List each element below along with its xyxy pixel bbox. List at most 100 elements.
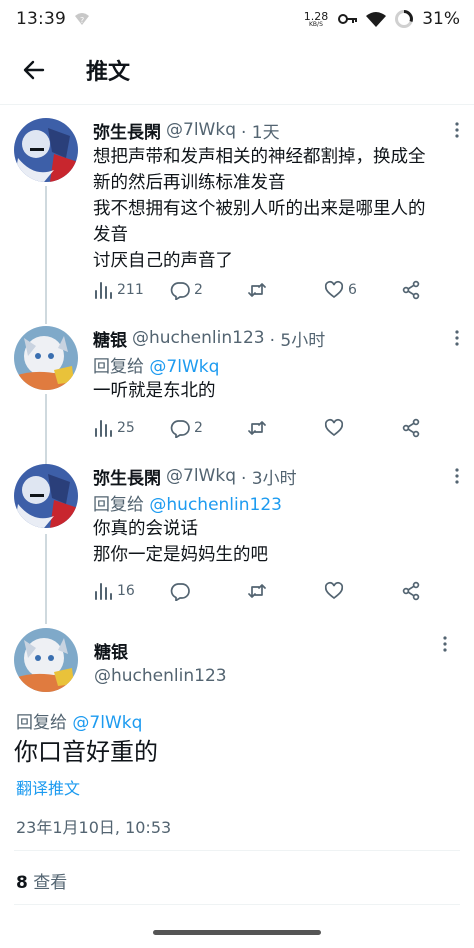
avatar[interactable]: [14, 628, 78, 692]
avatar-image: [14, 464, 78, 528]
views-button[interactable]: 16: [93, 581, 170, 601]
author-handle[interactable]: @huchenlin123: [132, 328, 265, 348]
thread-tweet[interactable]: 弥生長閑 @7lWkq · 1天 想把声带和发声相关的神经都割掉，换成全 新的然…: [0, 118, 474, 318]
reply-mention[interactable]: @7lWkq: [72, 713, 142, 733]
reply-label: 回复给: [93, 357, 144, 377]
like-count: 6: [348, 282, 357, 298]
reply-icon: [170, 420, 190, 438]
replying-to: 回复给 @7lWkq: [16, 708, 142, 733]
thread-tweet[interactable]: 弥生長閑 @7lWkq · 3小时 回复给 @huchenlin123 你真的会…: [0, 464, 474, 614]
tweet-text: 你真的会说话 那你一定是妈妈生的吧: [93, 516, 462, 568]
views-count: 16: [117, 583, 135, 599]
page-title: 推文: [86, 60, 131, 85]
battery-ring-icon: [395, 10, 414, 28]
avatar[interactable]: [14, 326, 78, 390]
tweet-text-line: 一听就是东北的: [93, 381, 216, 401]
reply-label: 回复给: [93, 495, 144, 515]
share-icon: [402, 418, 420, 438]
analytics-icon: [95, 282, 112, 299]
like-button[interactable]: [324, 581, 401, 601]
like-button[interactable]: 6: [324, 280, 401, 300]
like-button[interactable]: [324, 418, 401, 438]
retweet-button[interactable]: [247, 581, 324, 601]
author-handle[interactable]: @huchenlin123: [94, 666, 227, 686]
tweet-time: · 3小时: [240, 468, 297, 489]
tweet-actions: 211 2 6: [93, 278, 433, 302]
tweet-text-line: 讨厌自己的声音了: [93, 251, 233, 271]
tweet-time: · 1天: [240, 122, 280, 143]
tweet-text-line: 想把声带和发声相关的神经都割掉，换成全: [93, 147, 426, 167]
wifi-icon: [366, 12, 387, 27]
avatar[interactable]: [14, 464, 78, 528]
tweet-text: 想把声带和发声相关的神经都割掉，换成全 新的然后再训练标准发音 我不想拥有这个被…: [93, 144, 462, 274]
share-icon: [402, 280, 420, 300]
status-bar: 13:39 ? 1.28 KB/S 31%: [0, 0, 474, 38]
reply-label: 回复给: [16, 713, 67, 733]
views-count: 8: [16, 873, 28, 893]
share-button[interactable]: [401, 581, 421, 601]
more-options-icon[interactable]: [448, 328, 466, 348]
reply-icon: [170, 282, 190, 300]
author-name[interactable]: 弥生長閑: [93, 118, 161, 143]
divider: [14, 904, 460, 905]
retweet-icon: [248, 584, 266, 598]
wifi-off-icon: ?: [75, 13, 89, 25]
heart-icon: [324, 280, 344, 299]
net-speed-value: 1.28: [303, 9, 329, 23]
arrow-left-icon: [23, 60, 45, 80]
reply-mention[interactable]: @7lWkq: [149, 357, 219, 377]
share-button[interactable]: [401, 280, 421, 300]
more-options-icon[interactable]: [448, 120, 466, 140]
top-nav: 推文: [0, 38, 474, 102]
more-options-icon[interactable]: [448, 466, 466, 486]
thread-tweet[interactable]: 糖银 @huchenlin123 · 5小时 回复给 @7lWkq 一听就是东北…: [0, 326, 474, 456]
author-name[interactable]: 糖银: [94, 638, 128, 663]
author-name[interactable]: 弥生長閑: [93, 464, 161, 489]
share-button[interactable]: [401, 418, 421, 438]
heart-icon: [324, 581, 344, 600]
replying-to: 回复给 @huchenlin123: [93, 490, 462, 515]
analytics-icon: [95, 420, 112, 437]
tweet-timestamp[interactable]: 23年1月10日, 10:53: [16, 814, 171, 838]
author-handle[interactable]: @7lWkq: [166, 120, 236, 140]
net-speed-unit: KB/S: [309, 20, 323, 28]
divider: [14, 850, 460, 851]
author-name[interactable]: 糖银: [93, 326, 127, 351]
avatar-image: [14, 628, 78, 692]
author-handle[interactable]: @7lWkq: [166, 466, 236, 486]
replying-to: 回复给 @7lWkq: [93, 352, 462, 377]
reply-icon: [170, 583, 190, 601]
reply-button[interactable]: 2: [170, 418, 247, 438]
key-icon: [338, 14, 358, 24]
views-button[interactable]: 211: [93, 280, 170, 300]
reply-count: 2: [194, 420, 203, 436]
status-right: 1.28 KB/S 31%: [304, 9, 460, 29]
home-indicator[interactable]: [153, 930, 321, 935]
retweet-icon: [248, 283, 266, 297]
views-summary[interactable]: 8 查看: [16, 868, 67, 893]
heart-icon: [324, 418, 344, 437]
tweet-text-line: 你真的会说话: [93, 519, 198, 539]
tweet-text: 你口音好重的: [14, 738, 158, 766]
share-icon: [402, 581, 420, 601]
retweet-button[interactable]: [247, 418, 324, 438]
tweet-text-line: 我不想拥有这个被别人听的出来是哪里人的: [93, 199, 426, 219]
status-time: 13:39: [16, 9, 66, 29]
tweet-text-line: 发音: [93, 225, 128, 245]
header-divider: [0, 104, 474, 105]
avatar-image: [14, 118, 78, 182]
views-label: 查看: [33, 873, 68, 893]
reply-button[interactable]: 2: [170, 280, 247, 300]
net-speed: 1.28 KB/S: [304, 11, 329, 28]
translate-link[interactable]: 翻译推文: [16, 775, 80, 799]
reply-button[interactable]: [170, 581, 247, 601]
views-button[interactable]: 25: [93, 418, 170, 438]
back-button[interactable]: [14, 50, 54, 90]
retweet-button[interactable]: [247, 280, 324, 300]
reply-mention[interactable]: @huchenlin123: [149, 495, 282, 515]
svg-text:?: ?: [80, 16, 84, 25]
tweet-actions: 25 2: [93, 416, 433, 440]
analytics-icon: [95, 583, 112, 600]
avatar[interactable]: [14, 118, 78, 182]
more-options-icon[interactable]: [436, 634, 454, 654]
